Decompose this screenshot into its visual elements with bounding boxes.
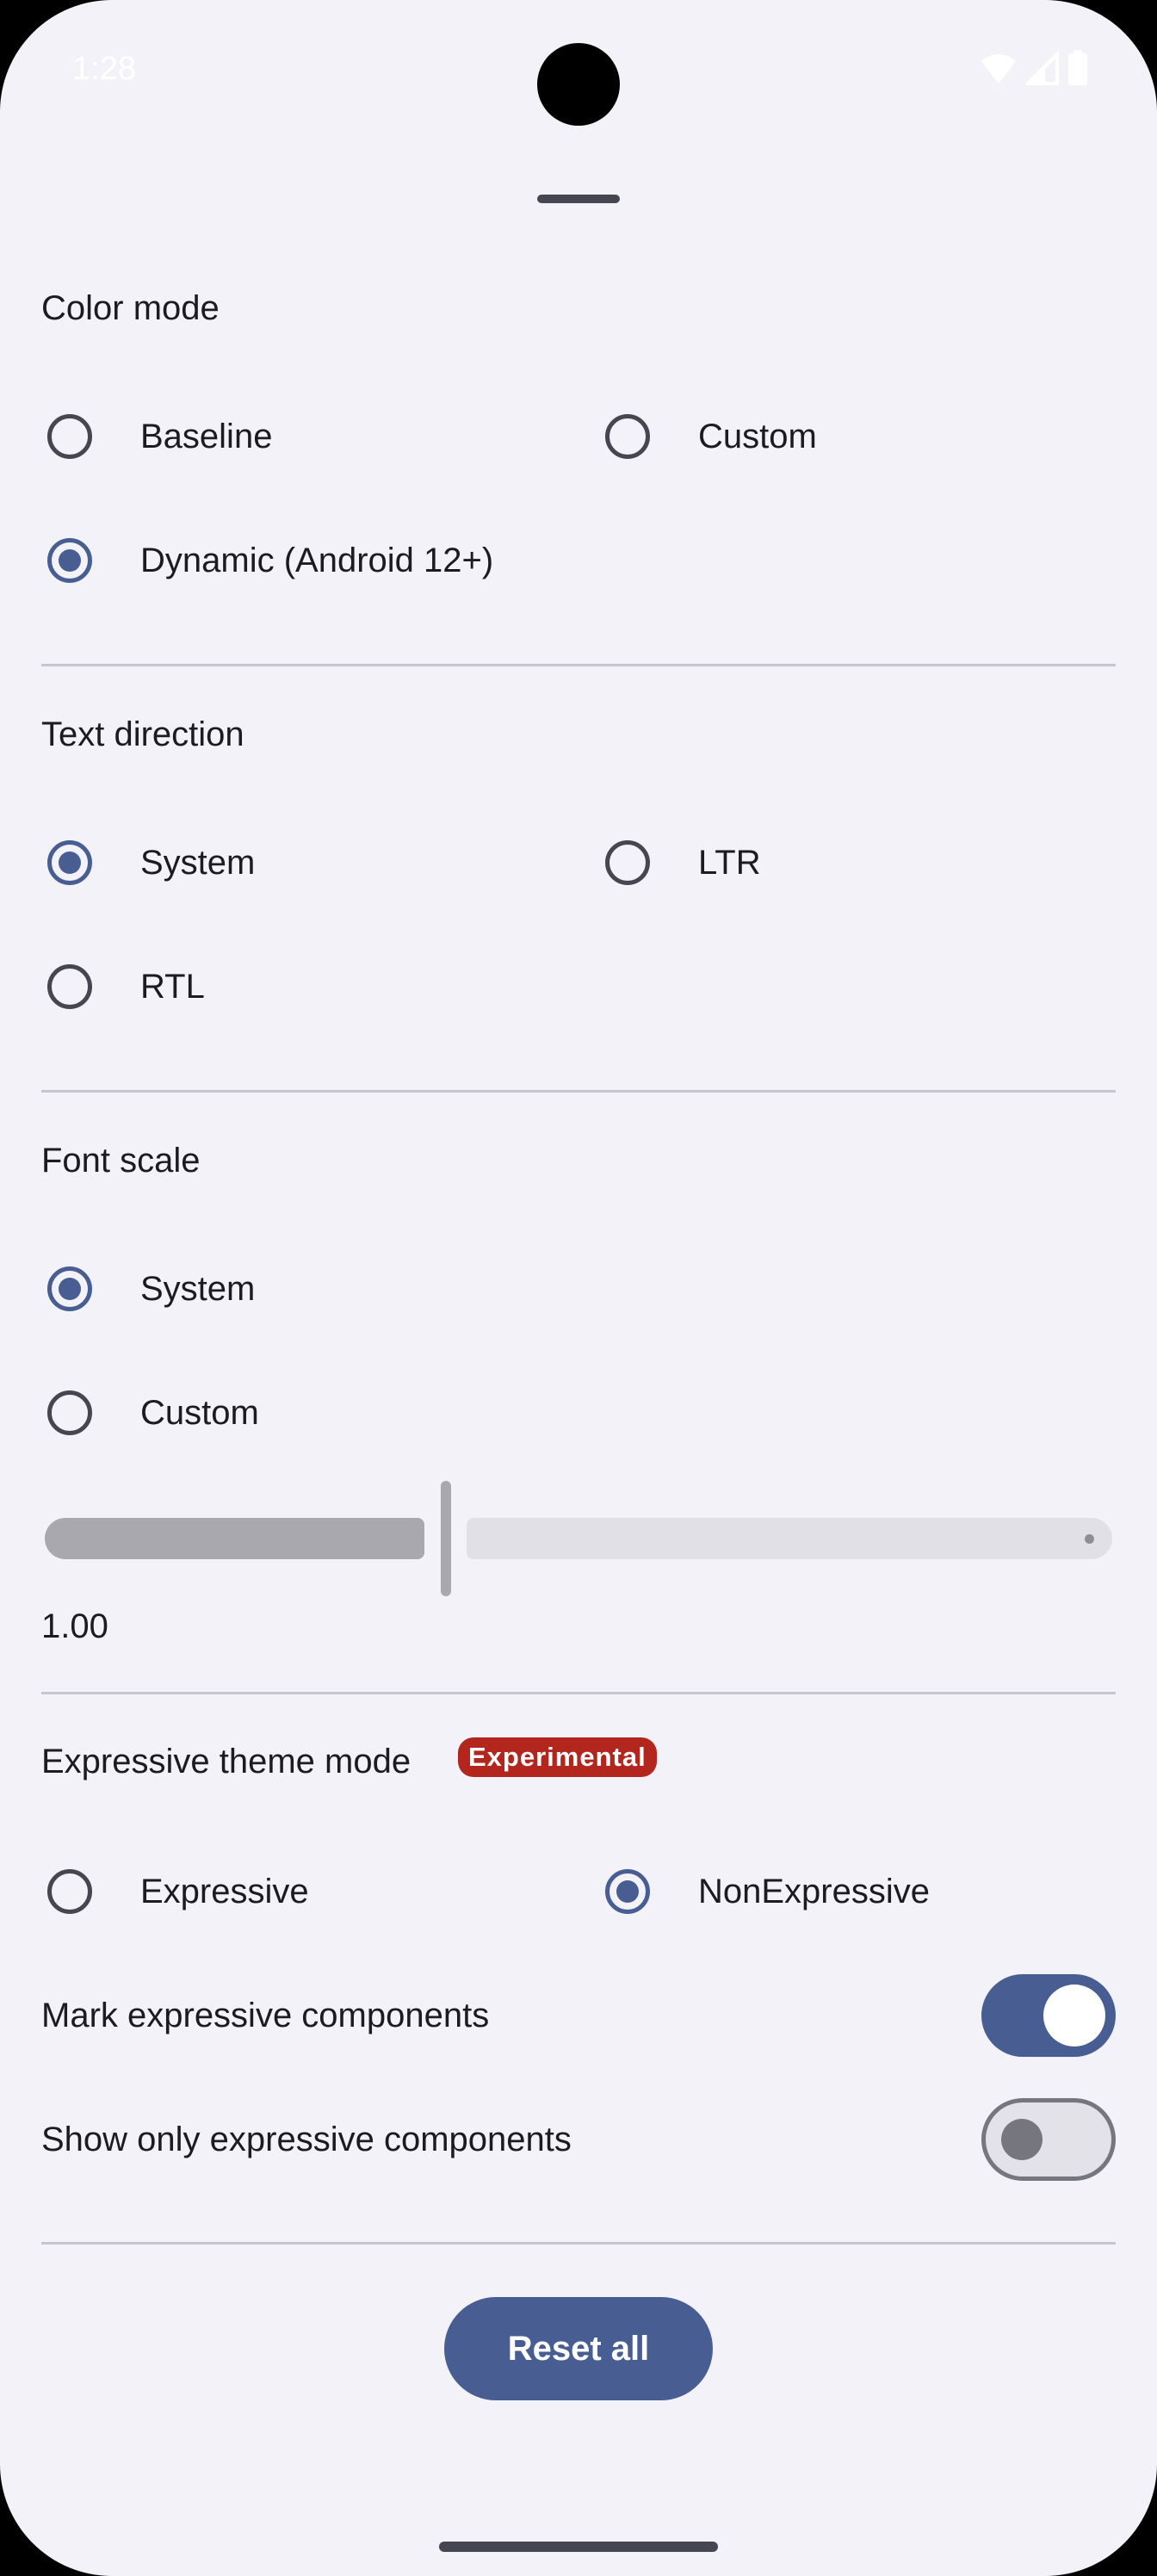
drag-handle[interactable]	[537, 195, 620, 203]
radio-button[interactable]	[605, 840, 650, 885]
divider	[41, 664, 1116, 666]
slider-stop-indicator	[1085, 1534, 1094, 1544]
camera-cutout	[537, 43, 620, 126]
radio-label: RTL	[140, 967, 205, 1006]
status-time: 1:28	[72, 51, 136, 87]
radio-button-selected[interactable]	[47, 840, 92, 885]
cellular-signal-icon	[1026, 51, 1059, 85]
wifi-icon	[981, 54, 1016, 84]
mark-expressive-switch[interactable]	[981, 1974, 1116, 2057]
expressive-theme-title: Expressive theme mode	[41, 1743, 411, 1780]
font-scale-title: Font scale	[41, 1142, 201, 1180]
radio-label: Custom	[140, 1393, 259, 1432]
text-direction-title: Text direction	[41, 715, 244, 753]
radio-button[interactable]	[47, 1390, 92, 1435]
slider-thumb[interactable]	[441, 1481, 451, 1596]
radio-button-selected[interactable]	[605, 1869, 650, 1914]
radio-option-custom-font[interactable]: Custom	[41, 1378, 259, 1447]
radio-button[interactable]	[47, 414, 92, 459]
radio-option-expressive[interactable]: Expressive	[41, 1857, 309, 1926]
show-only-expressive-label: Show only expressive components	[41, 2121, 572, 2158]
radio-button[interactable]	[47, 964, 92, 1009]
font-scale-value: 1.00	[41, 1607, 108, 1645]
reset-all-button[interactable]: Reset all	[444, 2297, 713, 2400]
slider-inactive-track	[467, 1518, 1112, 1559]
radio-button[interactable]	[47, 1869, 92, 1914]
switch-knob	[1043, 1985, 1105, 2047]
settings-bottom-sheet: 1:28 Color mode Baseline Custom Dynamic …	[0, 0, 1157, 2576]
radio-option-system-direction[interactable]: System	[41, 828, 255, 897]
home-indicator[interactable]	[439, 2542, 718, 2552]
radio-label: LTR	[698, 843, 761, 882]
radio-option-baseline[interactable]: Baseline	[41, 402, 272, 471]
radio-button[interactable]	[605, 414, 650, 459]
radio-label: Baseline	[140, 417, 273, 455]
radio-option-ltr[interactable]: LTR	[599, 828, 761, 897]
radio-option-custom-color[interactable]: Custom	[599, 402, 817, 471]
radio-label: Custom	[698, 417, 817, 455]
radio-label: Expressive	[140, 1872, 309, 1910]
divider	[41, 2242, 1116, 2245]
show-only-expressive-switch[interactable]	[981, 2098, 1116, 2181]
radio-label: System	[140, 1269, 256, 1308]
slider-active-track	[45, 1518, 424, 1559]
mark-expressive-label: Mark expressive components	[41, 1997, 490, 2034]
radio-option-rtl[interactable]: RTL	[41, 952, 205, 1021]
font-scale-slider[interactable]	[45, 1479, 1112, 1598]
radio-button-selected[interactable]	[47, 538, 92, 583]
switch-knob	[1001, 2119, 1043, 2160]
battery-icon	[1068, 50, 1087, 85]
radio-label: Dynamic (Android 12+)	[140, 541, 494, 579]
experimental-badge: Experimental	[458, 1737, 657, 1777]
radio-option-nonexpressive[interactable]: NonExpressive	[599, 1857, 930, 1926]
radio-label: System	[140, 843, 256, 882]
radio-button-selected[interactable]	[47, 1266, 92, 1311]
radio-option-dynamic[interactable]: Dynamic (Android 12+)	[41, 526, 493, 595]
divider	[41, 1692, 1116, 1694]
color-mode-title: Color mode	[41, 289, 220, 327]
status-icons	[980, 50, 1088, 86]
radio-label: NonExpressive	[698, 1872, 931, 1910]
radio-option-system-font[interactable]: System	[41, 1254, 255, 1323]
divider	[41, 1090, 1116, 1093]
